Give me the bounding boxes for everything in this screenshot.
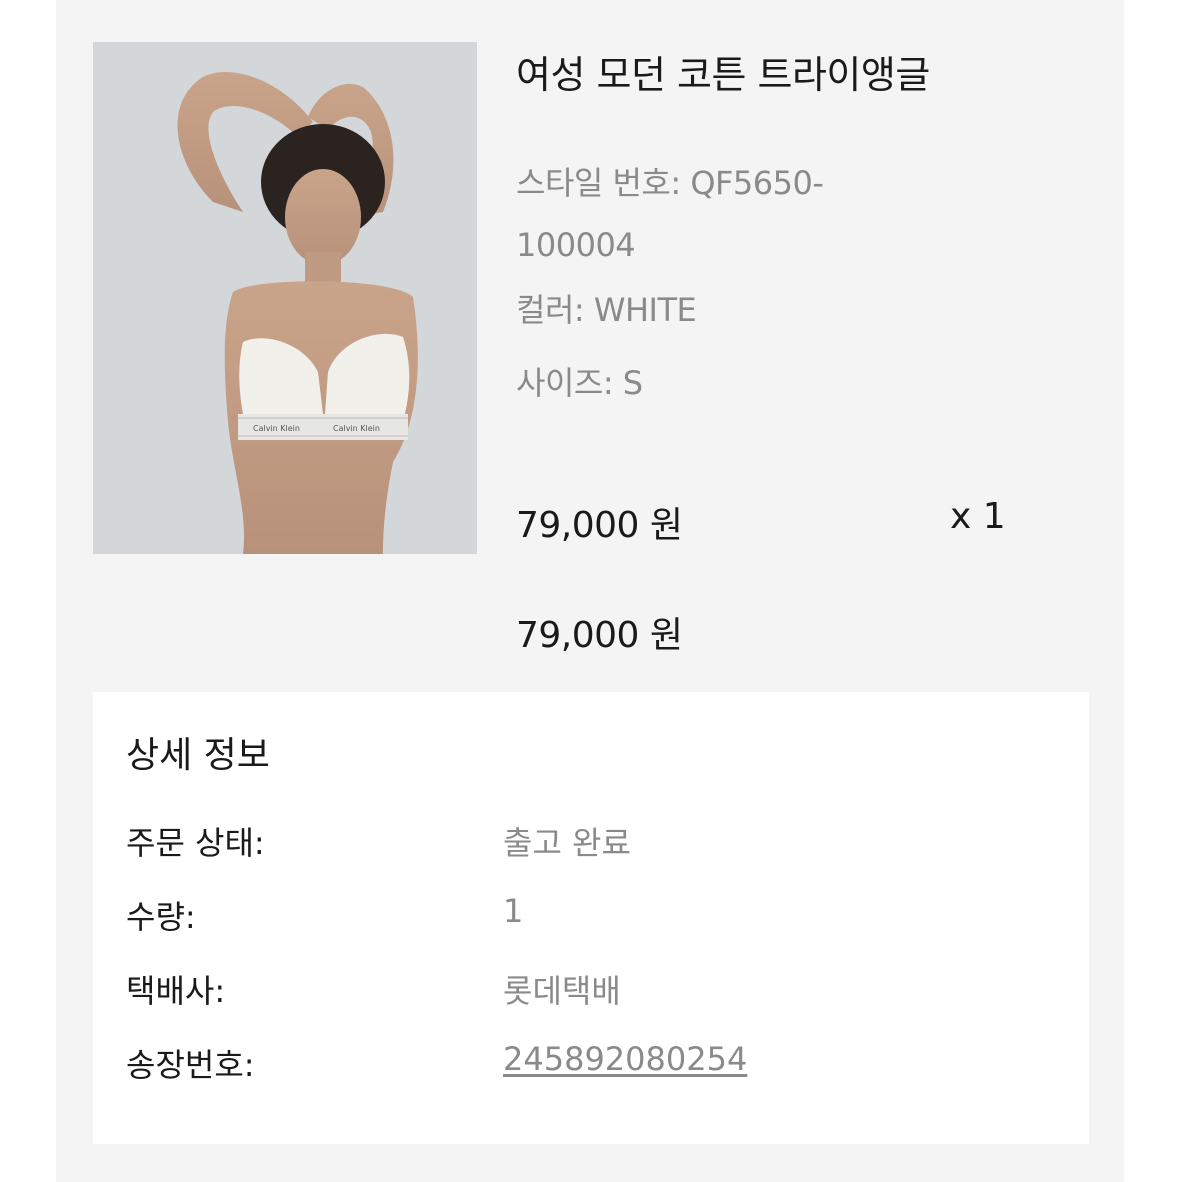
quantity-label: 수량:: [126, 898, 196, 936]
total-price: 79,000 원: [516, 615, 683, 656]
quantity-value: 1: [503, 892, 524, 930]
product-style-number: 스타일 번호: QF5650-100004: [516, 164, 824, 264]
order-status-value: 출고 완료: [503, 824, 631, 862]
product-image[interactable]: Calvin Klein Calvin Klein: [93, 42, 477, 554]
product-title[interactable]: 여성 모던 코튼 트라이앵글: [516, 44, 930, 99]
tracking-number-link[interactable]: 245892080254: [503, 1040, 747, 1078]
band-logo-left: Calvin Klein: [253, 424, 300, 433]
band-logo-right: Calvin Klein: [333, 424, 380, 433]
courier-value: 롯데택배: [503, 972, 621, 1010]
order-status-label: 주문 상태:: [126, 824, 265, 862]
unit-price: 79,000 원: [516, 505, 683, 546]
quantity-multiplier: x 1: [950, 496, 1006, 537]
tracking-number-label: 송장번호:: [126, 1046, 255, 1084]
product-photo-illustration: Calvin Klein Calvin Klein: [93, 42, 477, 554]
courier-label: 택배사:: [126, 972, 226, 1010]
detail-heading: 상세 정보: [126, 735, 270, 776]
product-color: 컬러: WHITE: [516, 291, 697, 329]
order-detail-panel: 상세 정보 주문 상태: 출고 완료 수량: 1 택배사: 롯데택배 송장번호:…: [93, 692, 1089, 1144]
product-size: 사이즈: S: [516, 364, 643, 402]
